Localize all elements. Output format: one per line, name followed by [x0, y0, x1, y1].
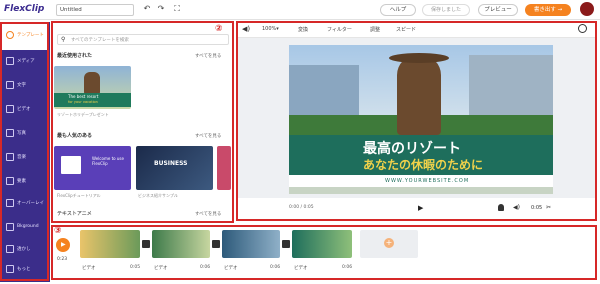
preview-button[interactable]: プレビュー [478, 4, 518, 16]
export-button[interactable]: 書き出す → [525, 4, 571, 16]
annotation-box-sidebar [0, 22, 49, 281]
redo-icon[interactable]: ↷ [156, 4, 166, 16]
annotation-box-timeline [51, 225, 597, 280]
undo-icon[interactable]: ↶ [142, 4, 152, 16]
fullscreen-icon[interactable]: ⛶ [172, 4, 182, 16]
annotation-box-preview [236, 21, 597, 221]
saved-status: 保存しました [422, 4, 470, 16]
flexclip-logo[interactable]: FlexClip [4, 4, 44, 14]
avatar[interactable] [580, 2, 594, 16]
project-name-input[interactable]: Untitled [56, 4, 134, 16]
annotation-box-panel [51, 21, 234, 223]
help-button[interactable]: ヘルプ [380, 4, 416, 16]
